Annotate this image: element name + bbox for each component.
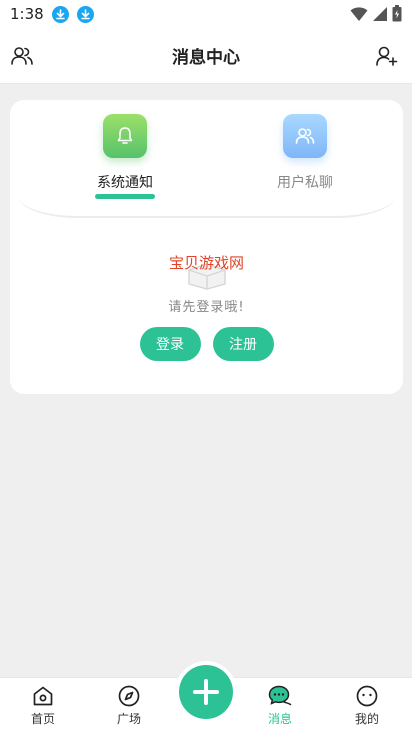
tab-label: 系统通知 bbox=[97, 175, 153, 191]
download-icon bbox=[51, 5, 69, 23]
compass-icon bbox=[118, 685, 140, 707]
plus-icon bbox=[193, 679, 219, 705]
signal-icon bbox=[372, 6, 388, 26]
bell-icon bbox=[103, 114, 147, 158]
nav-home[interactable]: 首页 bbox=[13, 684, 73, 727]
tab-label: 用户私聊 bbox=[277, 175, 333, 191]
auth-buttons: 登录 注册 bbox=[139, 327, 274, 361]
create-post-button[interactable] bbox=[179, 665, 233, 719]
users-icon bbox=[283, 114, 327, 158]
friends-icon[interactable] bbox=[10, 44, 34, 68]
login-prompt: 请先登录哦! bbox=[168, 300, 245, 315]
wifi-icon bbox=[350, 6, 368, 26]
nav-mine[interactable]: 我的 bbox=[337, 684, 397, 727]
nav-label: 我的 bbox=[354, 712, 379, 726]
register-button[interactable]: 注册 bbox=[212, 327, 274, 361]
add-user-icon[interactable] bbox=[374, 44, 398, 68]
active-tab-indicator bbox=[95, 194, 155, 199]
nav-label: 广场 bbox=[116, 712, 141, 726]
page-title: 消息中心 bbox=[172, 48, 240, 68]
chat-icon bbox=[268, 685, 292, 706]
home-icon bbox=[33, 686, 53, 706]
profile-icon bbox=[356, 685, 378, 707]
battery-icon bbox=[392, 5, 402, 26]
nav-square[interactable]: 广场 bbox=[99, 684, 159, 727]
watermark: 宝贝游戏网 bbox=[147, 250, 267, 290]
nav-label: 消息 bbox=[267, 712, 292, 726]
nav-label: 首页 bbox=[30, 712, 55, 726]
watermark-text: 宝贝游戏网 bbox=[168, 254, 244, 272]
status-bar: 1:38 bbox=[0, 0, 412, 28]
tab-system-notice[interactable]: 系统通知 bbox=[80, 114, 170, 199]
message-tabs: 系统通知 用户私聊 bbox=[18, 100, 395, 218]
empty-state: 宝贝游戏网 请先登录哦! 登录 注册 bbox=[10, 250, 403, 361]
message-card: 系统通知 用户私聊 宝贝游戏网 请先登录哦! 登录 注册 bbox=[10, 100, 403, 394]
download-icon bbox=[76, 5, 94, 23]
header-bar: 消息中心 bbox=[0, 28, 412, 84]
nav-messages[interactable]: 消息 bbox=[250, 684, 310, 727]
login-button[interactable]: 登录 bbox=[139, 327, 201, 361]
tab-private-chat[interactable]: 用户私聊 bbox=[260, 114, 350, 192]
status-time: 1:38 bbox=[10, 5, 44, 23]
